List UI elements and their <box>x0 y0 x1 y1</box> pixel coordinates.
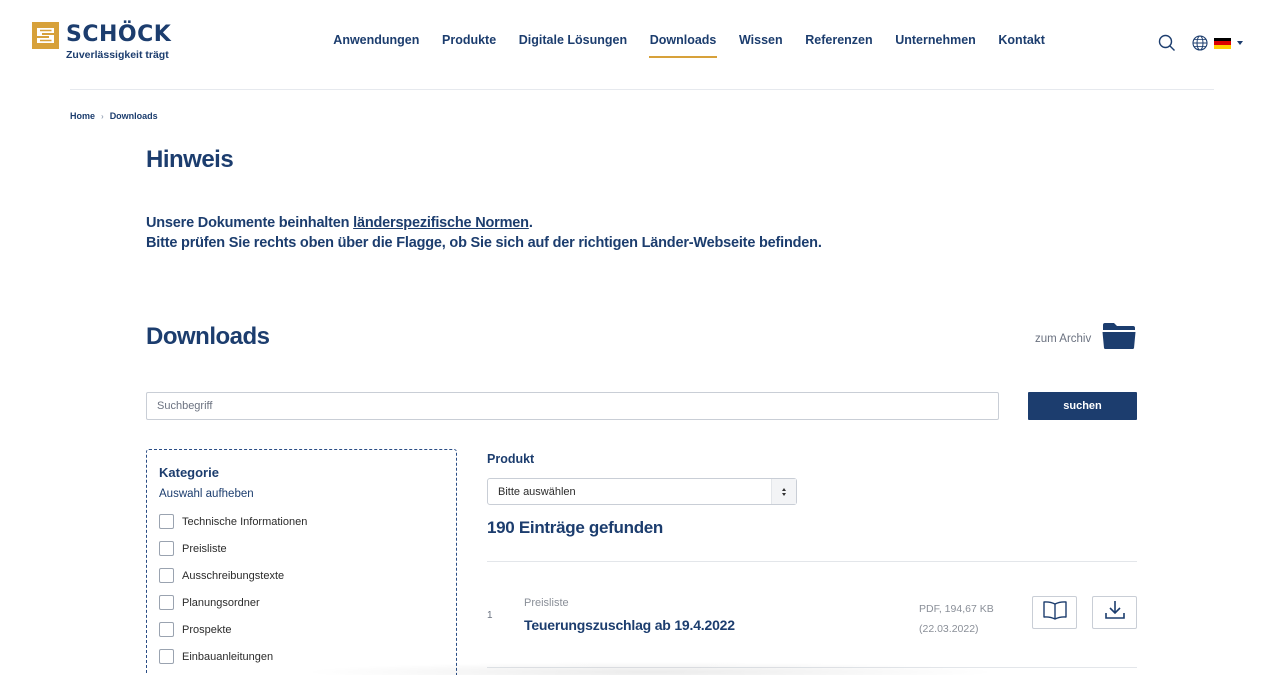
list-item: 1 Preisliste Teuerungszuschlag ab 19.4.2… <box>487 562 1137 667</box>
result-category: Preisliste <box>524 597 569 609</box>
category-checkbox[interactable] <box>159 514 174 529</box>
reset-selection-link[interactable]: Auswahl aufheben <box>159 488 444 500</box>
search-input[interactable] <box>146 392 999 420</box>
category-item[interactable]: Technische Informationen <box>159 508 444 535</box>
notice-line-1: Unsere Dokumente beinhalten länderspezif… <box>146 214 822 234</box>
category-list: Technische Informationen Preisliste Auss… <box>159 508 444 670</box>
notice-line-1-text: Unsere Dokumente beinhalten <box>146 215 354 231</box>
search-icon[interactable] <box>1158 34 1176 52</box>
site-header: SCHÖCK Zuverlässigkeit trägt Anwendungen… <box>0 0 1280 90</box>
globe-icon <box>1192 35 1208 51</box>
breadcrumb-home[interactable]: Home <box>70 111 95 121</box>
nav-item-anwendungen[interactable]: Anwendungen <box>322 33 431 57</box>
category-checkbox[interactable] <box>159 595 174 610</box>
select-arrows-icon <box>771 479 796 504</box>
header-actions <box>1158 34 1243 52</box>
category-filter: Kategorie Auswahl aufheben Technische In… <box>146 449 457 675</box>
nav-item-unternehmen[interactable]: Unternehmen <box>884 33 987 57</box>
result-date: (22.03.2022) <box>919 623 979 635</box>
folder-icon <box>1102 322 1136 355</box>
country-norms-link[interactable]: länderspezifische Normen <box>353 215 529 231</box>
filter-title: Kategorie <box>159 465 219 480</box>
breadcrumb-separator-icon: › <box>101 111 104 121</box>
result-number: 1 <box>487 610 493 621</box>
schoeck-logo-icon <box>32 22 59 49</box>
brand-claim: Zuverlässigkeit trägt <box>66 49 169 61</box>
nav-item-kontakt[interactable]: Kontakt <box>987 33 1056 57</box>
search-button[interactable]: suchen <box>1028 392 1137 420</box>
main-nav: Anwendungen Produkte Digitale Lösungen D… <box>322 33 1056 58</box>
category-label: Prospekte <box>182 623 232 636</box>
results-count: 190 Einträge gefunden <box>487 518 664 537</box>
category-label: Einbauanleitungen <box>182 650 274 663</box>
category-item[interactable]: Prospekte <box>159 616 444 643</box>
logo[interactable]: SCHÖCK Zuverlässigkeit trägt <box>32 22 171 61</box>
category-checkbox[interactable] <box>159 568 174 583</box>
header-divider <box>70 89 1214 90</box>
view-document-button[interactable] <box>1032 596 1077 629</box>
category-item[interactable]: Preisliste <box>159 535 444 562</box>
category-label: Technische Informationen <box>182 515 308 528</box>
notice-text: Unsere Dokumente beinhalten länderspezif… <box>146 214 822 253</box>
brand-name: SCHÖCK <box>66 22 172 47</box>
category-label: Preisliste <box>182 542 227 555</box>
nav-item-produkte[interactable]: Produkte <box>431 33 508 57</box>
result-meta: PDF, 194,67 KB (22.03.2022) <box>919 599 994 639</box>
nav-item-digitale-loesungen[interactable]: Digitale Lösungen <box>507 33 638 57</box>
category-checkbox[interactable] <box>159 541 174 556</box>
category-checkbox[interactable] <box>159 649 174 664</box>
page-shadow <box>300 662 1000 675</box>
download-button[interactable] <box>1092 596 1137 629</box>
breadcrumb-downloads[interactable]: Downloads <box>110 111 158 121</box>
notice-title: Hinweis <box>146 146 234 173</box>
caret-down-icon <box>1237 41 1243 45</box>
category-label: Ausschreibungstexte <box>182 569 285 582</box>
downloads-title: Downloads <box>146 323 270 350</box>
category-item[interactable]: Ausschreibungstexte <box>159 562 444 589</box>
result-title[interactable]: Teuerungszuschlag ab 19.4.2022 <box>524 617 735 633</box>
product-select-value: Bitte auswählen <box>498 485 576 498</box>
archive-label: zum Archiv <box>1035 332 1092 345</box>
breadcrumb: Home › Downloads <box>70 111 158 121</box>
category-item[interactable]: Planungsordner <box>159 589 444 616</box>
result-file-info: PDF, 194,67 KB <box>919 603 994 615</box>
book-open-icon <box>1042 600 1068 625</box>
archive-link[interactable]: zum Archiv <box>1035 322 1136 355</box>
nav-item-downloads[interactable]: Downloads <box>638 33 727 58</box>
category-checkbox[interactable] <box>159 622 174 637</box>
language-switcher[interactable] <box>1192 35 1243 51</box>
product-label: Produkt <box>487 452 535 466</box>
notice-line-1-end: . <box>528 215 533 231</box>
flag-de-icon <box>1214 37 1231 49</box>
product-select[interactable]: Bitte auswählen <box>487 478 797 505</box>
notice-line-2: Bitte prüfen Sie rechts oben über die Fl… <box>146 234 822 251</box>
category-label: Planungsordner <box>182 596 260 609</box>
nav-item-referenzen[interactable]: Referenzen <box>794 33 884 57</box>
download-icon <box>1104 600 1126 625</box>
nav-item-wissen[interactable]: Wissen <box>728 33 794 57</box>
